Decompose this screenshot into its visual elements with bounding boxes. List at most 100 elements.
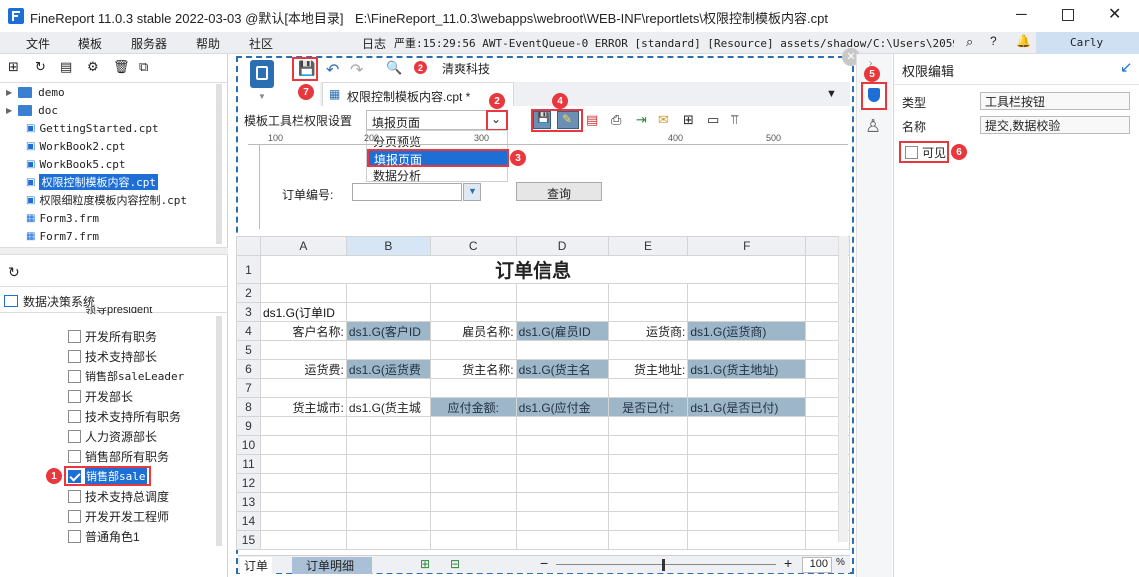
column-header[interactable]: A bbox=[259, 236, 347, 256]
zoom-in-icon[interactable]: + bbox=[784, 555, 792, 571]
user-role-icon[interactable]: ♙ bbox=[865, 116, 881, 137]
role-checkbox[interactable] bbox=[68, 449, 81, 463]
role-checkbox[interactable] bbox=[68, 389, 81, 403]
column-header[interactable]: E bbox=[607, 236, 689, 256]
maximize-icon[interactable] bbox=[1062, 9, 1074, 21]
column-header[interactable]: D bbox=[515, 236, 609, 256]
role-item[interactable]: 销售部saleLeader bbox=[68, 366, 184, 386]
tree-icon[interactable]: ⫪ bbox=[731, 112, 738, 128]
row-header[interactable]: 15 bbox=[236, 530, 261, 550]
zoom-slider[interactable] bbox=[556, 564, 776, 565]
field-cell[interactable]: ds1.G(运货费 bbox=[345, 359, 431, 379]
undo-icon[interactable]: ↶ bbox=[326, 60, 339, 80]
tree-folder-doc[interactable]: ▶ doc bbox=[0, 101, 58, 119]
role-item[interactable]: 技术支持总调度 bbox=[68, 486, 169, 506]
role-checkbox[interactable] bbox=[68, 369, 81, 383]
close-icon[interactable]: ✕ bbox=[1108, 4, 1121, 24]
role-checkbox[interactable] bbox=[68, 489, 81, 503]
label-cell[interactable]: 运货商: bbox=[607, 321, 689, 341]
role-checkbox[interactable] bbox=[68, 349, 81, 363]
toolbar-brand-button[interactable]: 清爽科技 bbox=[442, 60, 490, 77]
field-cell[interactable]: ds1.G(货主地址) bbox=[687, 359, 807, 379]
new-folder-icon[interactable]: ⊞ bbox=[8, 59, 19, 75]
tree-file-selected[interactable]: ▣ 权限控制模板内容.cpt bbox=[0, 173, 158, 191]
menu-template[interactable]: 模板 bbox=[78, 35, 102, 52]
label-cell[interactable]: 是否已付: bbox=[607, 397, 689, 417]
roles-scrollbar[interactable] bbox=[216, 316, 222, 546]
row-header[interactable]: 3 bbox=[236, 302, 261, 322]
splitter[interactable] bbox=[0, 247, 228, 255]
role-checkbox[interactable] bbox=[68, 429, 81, 443]
label-cell[interactable]: 货主名称: bbox=[429, 359, 517, 379]
email-icon[interactable]: ✉ bbox=[658, 112, 669, 128]
role-checkbox[interactable] bbox=[68, 509, 81, 523]
expand-icon[interactable]: ↙ bbox=[1120, 58, 1133, 76]
copy-icon[interactable]: ⧉ bbox=[139, 59, 148, 75]
add-form-sheet-icon[interactable]: ⊟ bbox=[450, 557, 460, 571]
field-cell[interactable]: ds1.G(运货商) bbox=[687, 321, 807, 341]
row-header[interactable]: 14 bbox=[236, 511, 261, 531]
label-cell[interactable]: 货主城市: bbox=[259, 397, 347, 417]
search-icon[interactable]: ⌕ bbox=[966, 34, 973, 50]
role-item[interactable]: 开发部长 bbox=[68, 386, 133, 406]
option-fill-page[interactable]: 填报页面 bbox=[367, 149, 509, 167]
refresh-roles-icon[interactable]: ↻ bbox=[8, 264, 20, 281]
role-item[interactable]: 普通角色1 bbox=[68, 526, 140, 546]
zoom-level-input[interactable]: 100 bbox=[802, 557, 832, 573]
menu-community[interactable]: 社区 bbox=[249, 35, 273, 52]
column-header[interactable]: F bbox=[687, 236, 807, 256]
export-icon[interactable]: ⇥ bbox=[636, 112, 647, 128]
tree-file[interactable]: ▣ GettingStarted.cpt bbox=[0, 119, 159, 137]
role-checkbox-checked[interactable] bbox=[68, 469, 81, 483]
order-id-dropdown-button[interactable]: ▼ bbox=[463, 183, 481, 201]
preview-icon[interactable]: 🔍 bbox=[386, 60, 402, 76]
corner-cell[interactable] bbox=[236, 236, 261, 256]
print-icon[interactable]: ⎙ bbox=[611, 112, 621, 128]
tree-scrollbar[interactable] bbox=[216, 84, 222, 244]
save-icon[interactable]: 💾 bbox=[298, 60, 315, 77]
notification-icon[interactable]: 🔔 bbox=[1016, 34, 1031, 48]
menu-file[interactable]: 文件 bbox=[26, 35, 50, 52]
add-sheet-icon[interactable]: ⊞ bbox=[420, 557, 430, 571]
label-cell[interactable]: 运货费: bbox=[259, 359, 347, 379]
column-header[interactable]: C bbox=[429, 236, 517, 256]
role-checkbox[interactable] bbox=[68, 409, 81, 423]
field-cell[interactable]: ds1.G(货主名 bbox=[515, 359, 609, 379]
row-header[interactable]: 11 bbox=[236, 454, 261, 474]
zoom-slider-thumb[interactable] bbox=[662, 559, 665, 571]
field-cell[interactable]: ds1.G(货主城 bbox=[345, 397, 431, 417]
role-item[interactable]: 技术支持所有职务 bbox=[68, 406, 181, 426]
log-label[interactable]: 日志 bbox=[362, 35, 386, 52]
visible-option[interactable]: 可见 bbox=[899, 141, 949, 163]
row-header[interactable]: 1 bbox=[236, 255, 261, 284]
user-area[interactable]: Carly bbox=[1036, 32, 1139, 54]
role-item[interactable]: 开发所有职务 bbox=[68, 326, 157, 346]
visible-checkbox[interactable] bbox=[905, 145, 918, 159]
pdf-export-icon[interactable]: ▤ bbox=[586, 112, 598, 128]
tree-file[interactable]: ▣ WorkBook2.cpt bbox=[0, 137, 126, 155]
tab-menu-icon[interactable]: ▼ bbox=[826, 88, 837, 100]
report-title-cell[interactable]: 订单信息 bbox=[259, 255, 807, 284]
label-cell[interactable]: 应付金额: bbox=[429, 397, 517, 417]
sheet-tab-order-detail[interactable]: 订单明细 bbox=[292, 557, 372, 574]
tree-file[interactable]: ▣ 权限细粒度模板内容控制.cpt bbox=[0, 191, 187, 209]
sheet-icon[interactable]: ⊞ bbox=[683, 112, 694, 128]
template-tab[interactable]: ▦ 权限控制模板内容.cpt * bbox=[322, 82, 514, 106]
minimize-icon[interactable]: ─ bbox=[1016, 6, 1027, 23]
menu-help[interactable]: 帮助 bbox=[196, 35, 220, 52]
sheet-vertical-scrollbar[interactable] bbox=[838, 236, 848, 542]
field-cell[interactable]: ds1.G(应付金 bbox=[515, 397, 609, 417]
row-header[interactable]: 9 bbox=[236, 416, 261, 436]
role-item[interactable]: 销售部所有职务 bbox=[68, 446, 169, 466]
role-checkbox[interactable] bbox=[68, 329, 81, 343]
row-header[interactable]: 2 bbox=[236, 283, 261, 303]
tree-folder-demo[interactable]: ▶ demo bbox=[0, 83, 65, 101]
help-icon[interactable]: ? bbox=[990, 34, 997, 48]
report-icon[interactable] bbox=[250, 60, 274, 88]
query-button[interactable]: 查询 bbox=[516, 182, 602, 201]
permission-shield-button[interactable] bbox=[861, 82, 887, 110]
row-header[interactable]: 4 bbox=[236, 321, 261, 341]
row-header[interactable]: 6 bbox=[236, 359, 261, 379]
label-cell[interactable]: 客户名称: bbox=[259, 321, 347, 341]
field-cell[interactable]: ds1.G(是否已付) bbox=[687, 397, 807, 417]
